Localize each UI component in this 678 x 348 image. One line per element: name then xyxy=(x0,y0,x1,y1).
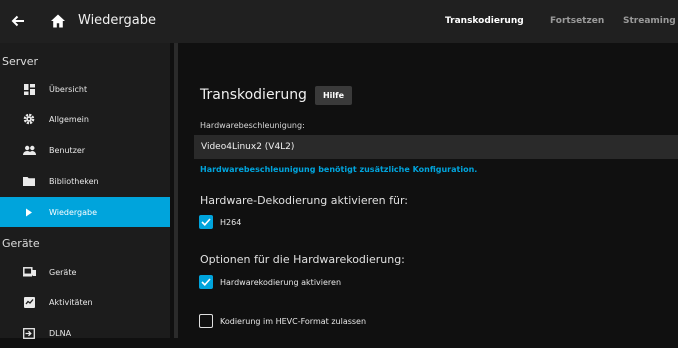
sidebar-section-geraete: Geräte xyxy=(2,237,40,250)
sidebar-item-label: Geräte xyxy=(49,267,77,277)
hw-accel-selected-value: Video4Linux2 (V4L2) xyxy=(201,142,295,152)
devices-icon xyxy=(22,265,36,279)
encoding-heading: Optionen für die Hardwarekodierung: xyxy=(200,253,405,266)
help-button[interactable]: Hilfe xyxy=(315,86,352,105)
page-title: Wiedergabe xyxy=(78,13,157,28)
sidebar-item-label: Aktivitäten xyxy=(49,297,93,307)
gear-icon xyxy=(22,112,36,126)
sidebar-item-label: Bibliotheken xyxy=(49,176,99,186)
back-arrow-icon[interactable] xyxy=(8,10,28,32)
sidebar-item-bibliotheken[interactable]: Bibliotheken xyxy=(0,166,170,196)
sidebar-section-server: Server xyxy=(2,55,39,68)
sidebar-item-label: Wiedergabe xyxy=(49,207,98,217)
sidebar-item-aktivitaeten[interactable]: Aktivitäten xyxy=(0,287,170,317)
folder-icon xyxy=(22,174,36,188)
sidebar: Server Übersicht Allgemein Benutzer Bibl… xyxy=(0,43,170,339)
sidebar-item-allgemein[interactable]: Allgemein xyxy=(0,104,170,134)
sidebar-item-geraete[interactable]: Geräte xyxy=(0,257,170,287)
tab-transkodierung[interactable]: Transkodierung xyxy=(445,16,524,26)
activity-icon xyxy=(22,295,36,309)
top-bar: Wiedergabe Transkodierung Fortsetzen Str… xyxy=(0,0,678,43)
section-heading: Transkodierung xyxy=(200,87,307,103)
users-icon xyxy=(22,143,36,157)
play-icon xyxy=(22,205,36,219)
sidebar-item-label: Übersicht xyxy=(49,84,88,94)
sidebar-item-wiedergabe[interactable]: Wiedergabe xyxy=(0,197,170,227)
sidebar-item-uebersicht[interactable]: Übersicht xyxy=(0,74,170,104)
tab-fortsetzen[interactable]: Fortsetzen xyxy=(550,16,604,26)
home-icon[interactable] xyxy=(47,10,69,32)
hw-encoding-checkbox[interactable] xyxy=(199,275,213,289)
hw-accel-config-link[interactable]: Hardwarebeschleunigung benötigt zusätzli… xyxy=(200,165,477,174)
hw-accel-select[interactable]: Video4Linux2 (V4L2) xyxy=(194,135,678,159)
h264-label: H264 xyxy=(220,218,242,227)
hw-encoding-label: Hardwarekodierung aktivieren xyxy=(220,278,342,287)
checkmark-icon xyxy=(201,278,211,286)
dashboard-icon xyxy=(22,82,36,96)
hw-accel-label: Hardwarebeschleunigung: xyxy=(200,121,305,130)
hevc-checkbox[interactable] xyxy=(199,314,213,328)
checkmark-icon xyxy=(201,218,211,226)
sidebar-item-label: Allgemein xyxy=(49,114,89,124)
main-content: Transkodierung Hilfe Hardwarebeschleunig… xyxy=(178,43,678,338)
decoding-heading: Hardware-Dekodierung aktivieren für: xyxy=(200,194,408,207)
sidebar-item-label: Benutzer xyxy=(49,145,86,155)
hevc-label: Kodierung im HEVC-Format zulassen xyxy=(220,317,367,326)
sidebar-item-benutzer[interactable]: Benutzer xyxy=(0,135,170,165)
sidebar-item-dlna[interactable]: DLNA xyxy=(0,318,170,348)
tab-streaming[interactable]: Streaming xyxy=(623,16,676,26)
h264-checkbox[interactable] xyxy=(199,215,213,229)
sidebar-item-label: DLNA xyxy=(49,328,72,338)
